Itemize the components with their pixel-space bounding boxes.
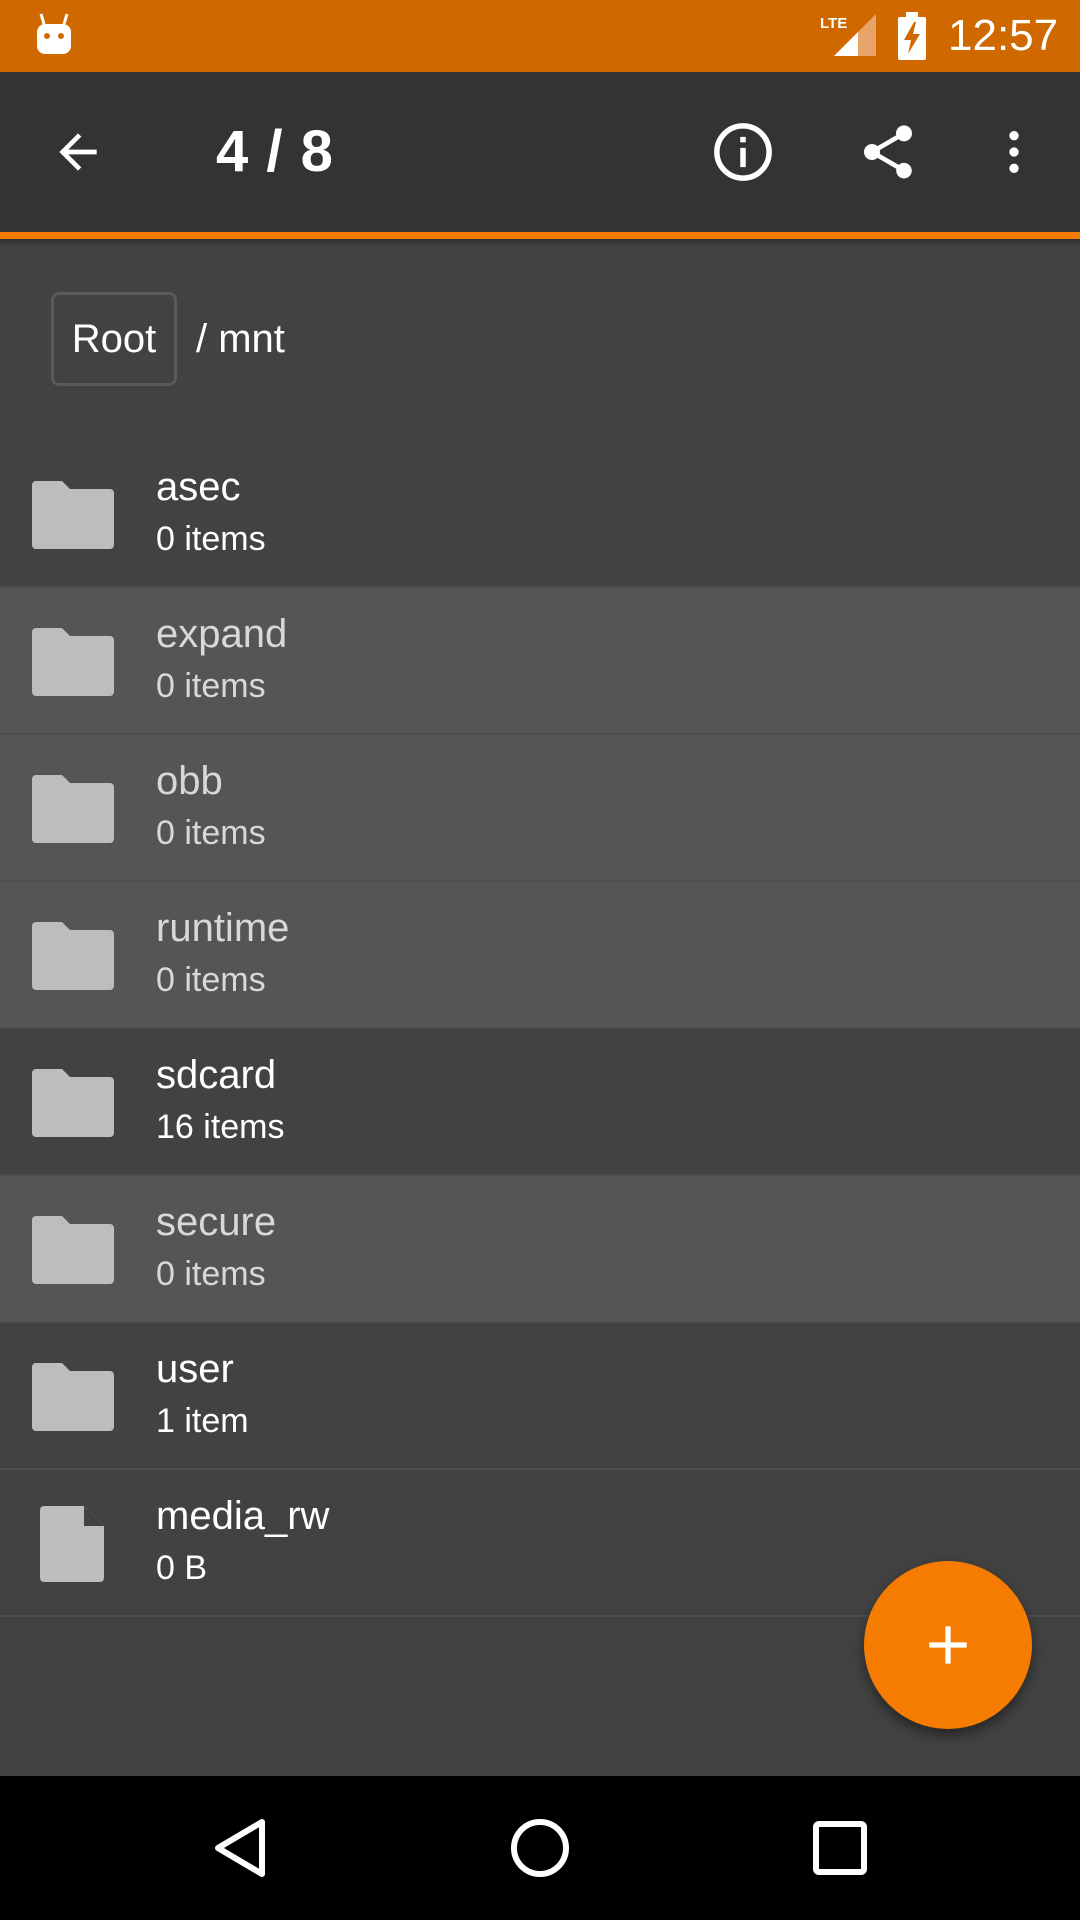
folder-icon (32, 628, 114, 696)
file-name: secure (156, 1200, 277, 1244)
file-name: expand (156, 612, 288, 656)
breadcrumb-root-button[interactable]: Root (51, 292, 177, 386)
list-item-secure[interactable]: secure 0 items (0, 1176, 1080, 1323)
folder-icon (32, 1363, 114, 1431)
file-icon (40, 1506, 104, 1582)
file-name: asec (156, 465, 241, 509)
lte-signal-icon: LTE (820, 14, 876, 56)
list-item-obb[interactable]: obb 0 items (0, 735, 1080, 882)
nav-back-button[interactable] (170, 1776, 310, 1920)
file-list: asec 0 items expand 0 items obb 0 items … (0, 441, 1080, 1617)
list-item-user[interactable]: user 1 item (0, 1323, 1080, 1470)
more-vert-icon (1009, 131, 1019, 173)
page-counter-title: 4 / 8 (216, 119, 334, 184)
toolbar-shadow (0, 239, 1080, 247)
status-time: 12:57 (948, 11, 1059, 60)
file-name: media_rw (156, 1494, 330, 1538)
breadcrumb-path[interactable]: / mnt (196, 292, 285, 386)
plus-icon (929, 1626, 967, 1664)
system-nav-bar (0, 1776, 1080, 1920)
info-button[interactable] (695, 72, 791, 232)
file-name: runtime (156, 906, 290, 950)
nav-recents-icon (813, 1821, 867, 1875)
battery-charging-icon (898, 12, 926, 60)
file-name: obb (156, 759, 223, 803)
list-item-sdcard[interactable]: sdcard 16 items (0, 1029, 1080, 1176)
share-button[interactable] (840, 72, 936, 232)
nav-home-button[interactable] (470, 1776, 610, 1920)
back-arrow-icon (59, 133, 97, 171)
file-meta: 0 items (156, 961, 266, 999)
nav-back-icon (215, 1819, 265, 1877)
back-button[interactable] (30, 72, 126, 232)
toolbar-accent-line (0, 232, 1080, 239)
file-meta: 0 B (156, 1549, 208, 1587)
share-icon (864, 125, 912, 179)
file-meta: 0 items (156, 667, 266, 705)
app-toolbar: 4 / 8 (0, 72, 1080, 232)
network-label: LTE (820, 15, 847, 32)
list-item-expand[interactable]: expand 0 items (0, 588, 1080, 735)
add-fab-button[interactable] (864, 1561, 1032, 1729)
info-icon (714, 123, 772, 181)
file-name: sdcard (156, 1053, 277, 1097)
file-meta: 16 items (156, 1108, 285, 1146)
file-meta: 0 items (156, 1255, 266, 1293)
file-name: user (156, 1347, 234, 1391)
list-item-asec[interactable]: asec 0 items (0, 441, 1080, 588)
folder-icon (32, 922, 114, 990)
nav-home-icon (511, 1819, 569, 1877)
nav-recents-button[interactable] (770, 1776, 910, 1920)
folder-icon (32, 775, 114, 843)
folder-icon (32, 1069, 114, 1137)
folder-icon (32, 1216, 114, 1284)
status-bar: LTE 12:57 (0, 0, 1080, 72)
overflow-menu-button[interactable] (966, 72, 1062, 232)
file-meta: 0 items (156, 520, 266, 558)
breadcrumb: Root / mnt (0, 247, 1080, 437)
folder-icon (32, 481, 114, 549)
file-meta: 1 item (156, 1402, 249, 1440)
list-item-runtime[interactable]: runtime 0 items (0, 882, 1080, 1029)
file-meta: 0 items (156, 814, 266, 852)
android-debug-icon (37, 13, 71, 54)
